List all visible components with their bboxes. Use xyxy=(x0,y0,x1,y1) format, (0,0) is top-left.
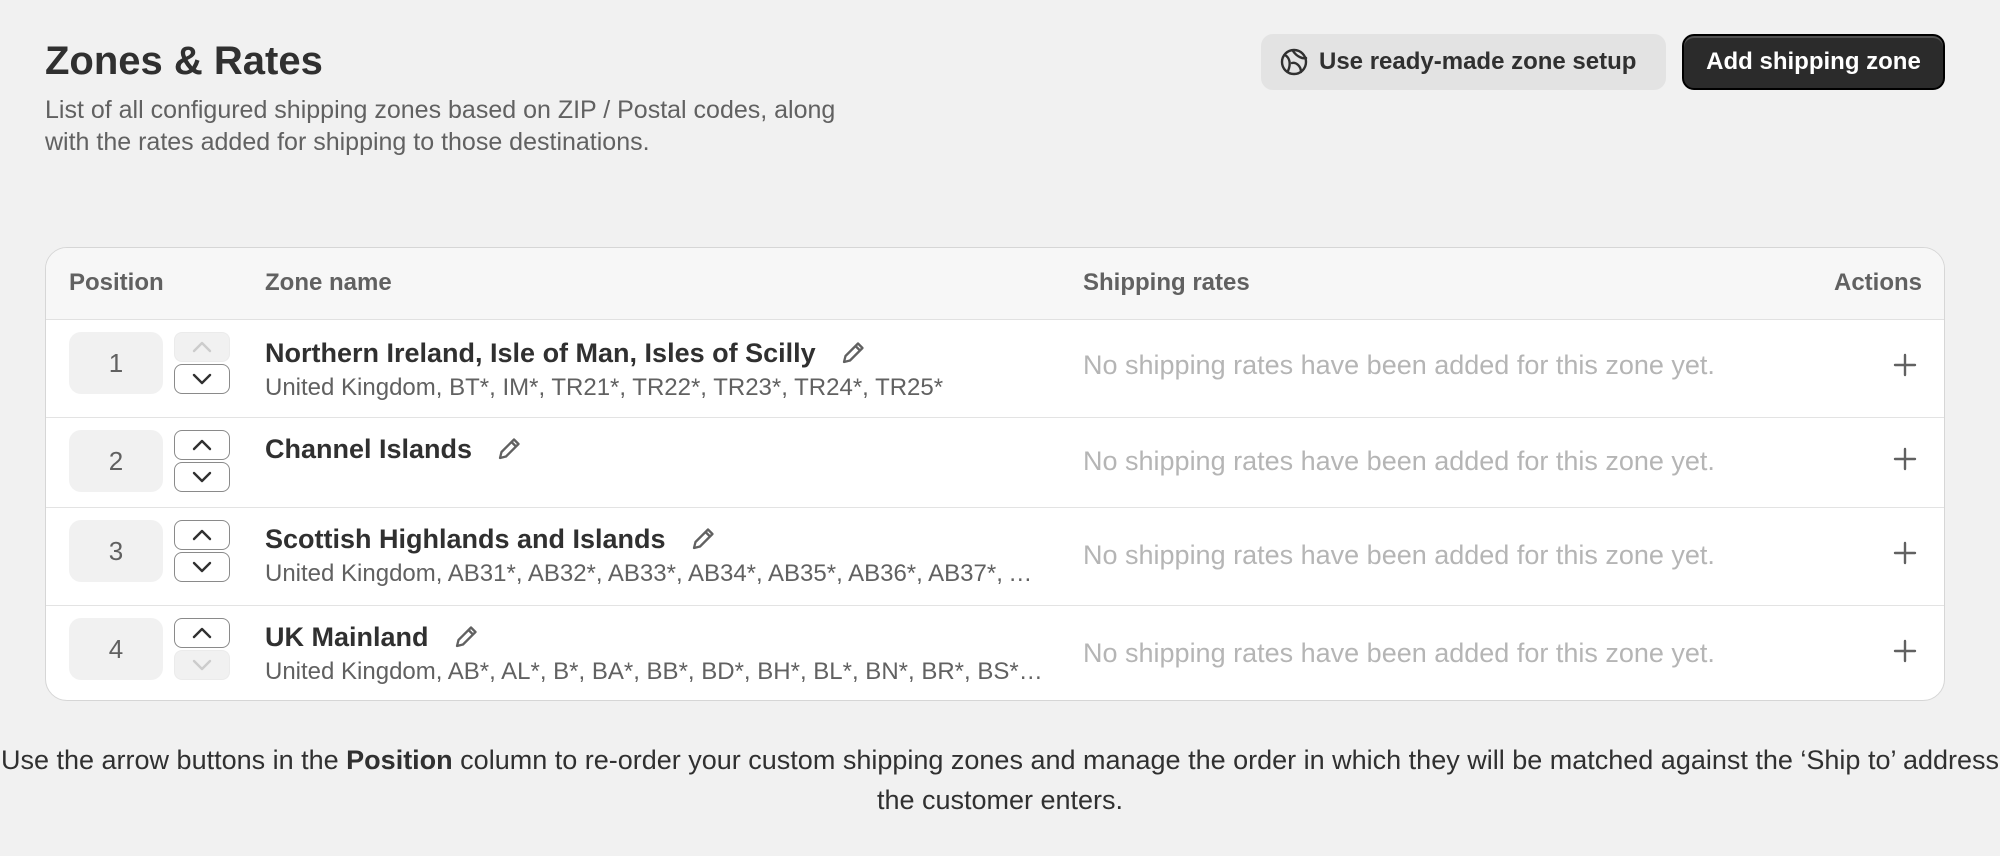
chevron-up-icon xyxy=(192,341,212,353)
table-row: 3 Scottish Highlands and Islands United … xyxy=(46,508,1944,606)
zone-regions: United Kingdom, AB*, AL*, B*, BA*, BB*, … xyxy=(265,658,1047,685)
chevron-down-icon xyxy=(192,373,212,385)
pencil-icon[interactable] xyxy=(838,338,868,368)
help-text-end: column to re-order your custom shipping … xyxy=(452,745,2000,815)
column-header-shipping-rates: Shipping rates xyxy=(1083,269,1250,296)
table-header: Position Zone name Shipping rates Action… xyxy=(46,248,1944,320)
chevron-down-icon xyxy=(192,659,212,671)
plus-icon[interactable] xyxy=(1890,636,1920,666)
zone-name-text: Scottish Highlands and Islands xyxy=(265,523,666,554)
zone-name: Northern Ireland, Isle of Man, Isles of … xyxy=(265,336,868,370)
help-text-start: Use the arrow buttons in the xyxy=(0,745,347,775)
plus-icon[interactable] xyxy=(1890,444,1920,474)
zone-name: Scottish Highlands and Islands xyxy=(265,522,718,556)
zone-name-text: Channel Islands xyxy=(265,433,473,464)
move-up-button[interactable] xyxy=(174,430,230,460)
page-description: List of all configured shipping zones ba… xyxy=(45,96,836,156)
position-value: 3 xyxy=(69,520,163,582)
position-value: 4 xyxy=(69,618,163,680)
globe-icon xyxy=(1280,48,1308,76)
move-up-button[interactable] xyxy=(174,332,230,362)
table-row: 1 Northern Ireland, Isle of Man, Isles o… xyxy=(46,320,1944,418)
zone-regions: United Kingdom, AB31*, AB32*, AB33*, AB3… xyxy=(265,560,1047,587)
zone-name: UK Mainland xyxy=(265,620,481,654)
plus-icon[interactable] xyxy=(1890,538,1920,568)
column-header-actions: Actions xyxy=(1833,269,1922,296)
chevron-up-icon xyxy=(192,529,212,541)
chevron-down-icon xyxy=(192,471,212,483)
ready-made-zone-setup-label: Use ready-made zone setup xyxy=(1319,48,1637,75)
zone-name-text: UK Mainland xyxy=(265,621,429,652)
zone-name-text: Northern Ireland, Isle of Man, Isles of … xyxy=(265,337,816,368)
zones-table: Position Zone name Shipping rates Action… xyxy=(45,247,1945,701)
move-down-button[interactable] xyxy=(174,364,230,394)
shipping-rates-empty: No shipping rates have been added for th… xyxy=(1083,446,1715,476)
move-up-button[interactable] xyxy=(174,520,230,550)
page-title: Zones & Rates xyxy=(45,39,323,83)
table-row: 2 Channel Islands No shipping rates have… xyxy=(46,418,1944,508)
page-header: Zones & Rates List of all configured shi… xyxy=(45,36,865,158)
shipping-rates-empty: No shipping rates have been added for th… xyxy=(1083,350,1715,380)
position-value: 1 xyxy=(69,332,163,394)
column-header-position: Position xyxy=(69,269,164,296)
move-down-button[interactable] xyxy=(174,462,230,492)
move-down-button[interactable] xyxy=(174,552,230,582)
move-up-button[interactable] xyxy=(174,618,230,648)
pencil-icon[interactable] xyxy=(451,622,481,652)
pencil-icon[interactable] xyxy=(494,434,524,464)
plus-icon[interactable] xyxy=(1890,350,1920,380)
shipping-rates-empty: No shipping rates have been added for th… xyxy=(1083,540,1715,570)
add-shipping-zone-label: Add shipping zone xyxy=(1706,48,1921,75)
shipping-rates-empty: No shipping rates have been added for th… xyxy=(1083,638,1715,668)
reorder-help-text: Use the arrow buttons in the Position co… xyxy=(0,740,2000,820)
move-down-button[interactable] xyxy=(174,650,230,680)
pencil-icon[interactable] xyxy=(688,524,718,554)
zone-regions: United Kingdom, BT*, IM*, TR21*, TR22*, … xyxy=(265,374,944,401)
ready-made-zone-setup-button[interactable]: Use ready-made zone setup xyxy=(1261,34,1666,90)
position-value: 2 xyxy=(69,430,163,492)
help-text-emphasis: Position xyxy=(346,745,453,775)
table-row: 4 UK Mainland United Kingdom, AB*, AL*, … xyxy=(46,606,1944,700)
chevron-down-icon xyxy=(192,561,212,573)
zone-name: Channel Islands xyxy=(265,432,524,466)
chevron-up-icon xyxy=(192,439,212,451)
column-header-zone-name: Zone name xyxy=(265,269,392,296)
add-shipping-zone-button[interactable]: Add shipping zone xyxy=(1682,34,1945,90)
chevron-up-icon xyxy=(192,627,212,639)
